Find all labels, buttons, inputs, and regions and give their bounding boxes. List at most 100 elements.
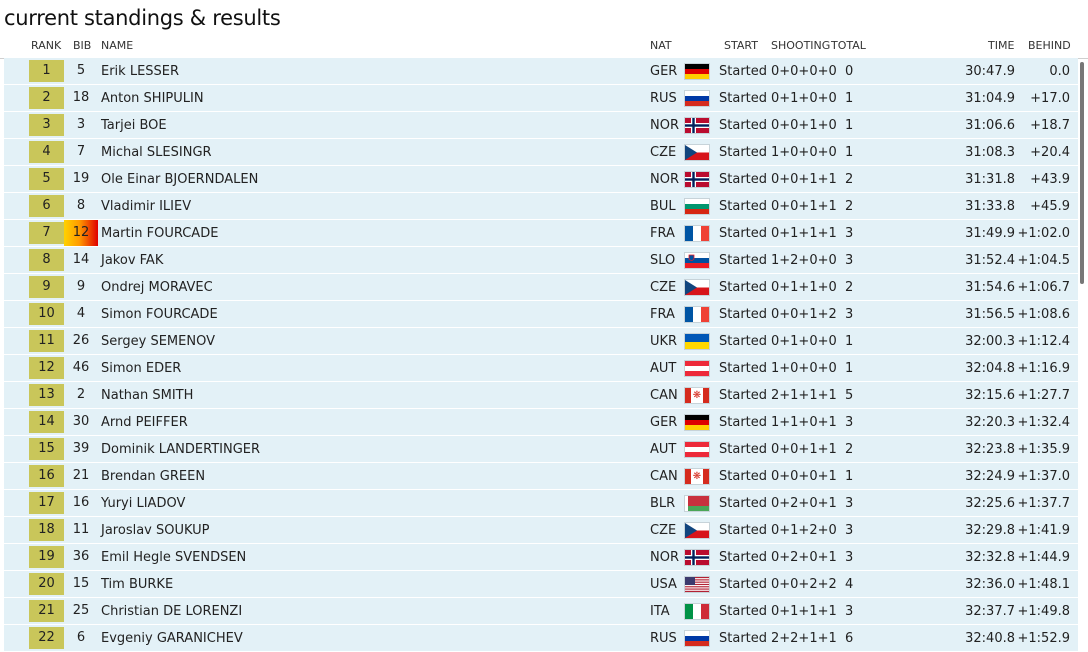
athlete-name[interactable]: Tarjei BOE — [101, 118, 167, 133]
behind-cell: +1:52.9 — [1017, 631, 1071, 646]
athlete-name[interactable]: Sergey SEMENOV — [101, 334, 215, 349]
canada-flag-icon: ❋ — [685, 469, 709, 484]
time-cell: 32:04.8 — [965, 361, 1015, 376]
table-row[interactable]: 10 4 Simon FOURCADE FRA Started 0+0+1+2 3 31:56… — [4, 301, 1078, 328]
col-time-header[interactable]: TIME — [988, 39, 1014, 52]
table-row[interactable]: 5 19 Ole Einar BJOERNDALEN NOR Started 0+0+1+… — [4, 166, 1078, 193]
table-row[interactable]: 14 30 Arnd PEIFFER GER Started 1+1+0+1 3 32:20.… — [4, 409, 1078, 436]
start-status: Started — [719, 280, 768, 295]
table-row[interactable]: 12 46 Simon EDER AUT Started 1+0+0+0 1 32:04.8 +… — [4, 355, 1078, 382]
time-cell: 32:40.8 — [965, 631, 1015, 646]
table-row[interactable]: 7 12 Martin FOURCADE FRA Started 0+1+1+1 3 31:4… — [4, 220, 1078, 247]
time-cell: 31:33.8 — [965, 199, 1015, 214]
behind-cell: +1:37.0 — [1017, 469, 1071, 484]
table-row[interactable]: 21 25 Christian DE LORENZI ITA Started 0+1+1+… — [4, 598, 1078, 625]
shooting-cell: 2+1+1+1 — [771, 388, 837, 403]
shooting-cell: 0+0+0+1 — [771, 469, 837, 484]
germany-flag-icon — [685, 415, 709, 430]
rank-cell: 22 — [29, 627, 64, 649]
athlete-name[interactable]: Jakov FAK — [101, 253, 163, 268]
athlete-name[interactable]: Emil Hegle SVENDSEN — [101, 550, 246, 565]
nation-code: USA — [650, 577, 677, 592]
athlete-name[interactable]: Christian DE LORENZI — [101, 604, 242, 619]
scrollbar[interactable] — [1080, 62, 1084, 284]
time-cell: 31:52.4 — [965, 253, 1015, 268]
table-row[interactable]: 6 8 Vladimir ILIEV BUL Started 0+0+1+1 2 31:33.… — [4, 193, 1078, 220]
bib-cell: 8 — [76, 198, 86, 213]
behind-cell: +1:12.4 — [1017, 334, 1071, 349]
table-row[interactable]: 20 15 Tim BURKE USA Started 0+0+2+2 4 32:36.0 +1… — [4, 571, 1078, 598]
rank-cell: 17 — [29, 492, 64, 514]
col-name-header[interactable]: NAME — [101, 39, 133, 52]
athlete-name[interactable]: Simon EDER — [101, 361, 181, 376]
bib-cell: 11 — [72, 522, 90, 537]
table-row[interactable]: 9 9 Ondrej MORAVEC CZE Started 0+1+1+0 2 31:54.… — [4, 274, 1078, 301]
athlete-name[interactable]: Jaroslav SOUKUP — [101, 523, 210, 538]
table-row[interactable]: 22 6 Evgeniy GARANICHEV RUS Started 2+2+1+1 6 3… — [4, 625, 1078, 652]
shooting-cell: 0+0+1+0 — [771, 118, 837, 133]
table-row[interactable]: 1 5 Erik LESSER GER Started 0+0+0+0 0 30:47.9 0.… — [4, 58, 1078, 85]
time-cell: 31:56.5 — [965, 307, 1015, 322]
time-cell: 32:32.8 — [965, 550, 1015, 565]
bib-cell: 39 — [72, 441, 90, 456]
start-status: Started — [719, 415, 768, 430]
behind-cell: +17.0 — [1030, 91, 1070, 106]
col-behind-header[interactable]: BEHIND — [1028, 39, 1071, 52]
total-cell: 1 — [845, 469, 854, 484]
bib-cell: 2 — [76, 387, 86, 402]
athlete-name[interactable]: Yuryi LIADOV — [101, 496, 185, 511]
shooting-cell: 1+1+0+1 — [771, 415, 837, 430]
time-cell: 31:31.8 — [965, 172, 1015, 187]
col-total-header[interactable]: TOTAL — [831, 39, 866, 52]
col-shooting-header[interactable]: SHOOTING — [771, 39, 830, 52]
table-row[interactable]: 19 36 Emil Hegle SVENDSEN NOR Started 0+2+0+1… — [4, 544, 1078, 571]
total-cell: 3 — [845, 604, 854, 619]
table-row[interactable]: 2 18 Anton SHIPULIN RUS Started 0+1+0+0 1 31:04… — [4, 85, 1078, 112]
athlete-name[interactable]: Brendan GREEN — [101, 469, 205, 484]
start-status: Started — [719, 226, 768, 241]
table-row[interactable]: 17 16 Yuryi LIADOV BLR Started 0+2+0+1 3 32:25.… — [4, 490, 1078, 517]
athlete-name[interactable]: Tim BURKE — [101, 577, 173, 592]
athlete-name[interactable]: Nathan SMITH — [101, 388, 193, 403]
table-row[interactable]: 11 26 Sergey SEMENOV UKR Started 0+1+0+0 1 32:0… — [4, 328, 1078, 355]
total-cell: 1 — [845, 118, 854, 133]
athlete-name[interactable]: Ondrej MORAVEC — [101, 280, 213, 295]
athlete-name[interactable]: Vladimir ILIEV — [101, 199, 191, 214]
start-status: Started — [719, 118, 768, 133]
nation-code: NOR — [650, 118, 679, 133]
table-row[interactable]: 8 14 Jakov FAK SLO Started 1+2+0+0 3 31:52.4 +1:… — [4, 247, 1078, 274]
start-status: Started — [719, 496, 768, 511]
table-row[interactable]: 13 2 Nathan SMITH CAN ❋ Started 2+1+1+1 5 32:15.… — [4, 382, 1078, 409]
col-nat-header[interactable]: NAT — [650, 39, 672, 52]
athlete-name[interactable]: Evgeniy GARANICHEV — [101, 631, 243, 646]
athlete-name[interactable]: Martin FOURCADE — [101, 226, 218, 241]
total-cell: 2 — [845, 442, 854, 457]
shooting-cell: 2+2+1+1 — [771, 631, 837, 646]
norway-flag-icon — [685, 172, 709, 187]
behind-cell: +1:49.8 — [1017, 604, 1071, 619]
athlete-name[interactable]: Arnd PEIFFER — [101, 415, 188, 430]
athlete-name[interactable]: Simon FOURCADE — [101, 307, 218, 322]
table-row[interactable]: 4 7 Michal SLESINGR CZE Started 1+0+0+0 1 31:08… — [4, 139, 1078, 166]
start-status: Started — [719, 91, 768, 106]
behind-cell: +1:16.9 — [1017, 361, 1071, 376]
rank-cell: 14 — [29, 411, 64, 433]
athlete-name[interactable]: Ole Einar BJOERNDALEN — [101, 172, 258, 187]
table-row[interactable]: 3 3 Tarjei BOE NOR Started 0+0+1+0 1 31:06.6 +18… — [4, 112, 1078, 139]
rank-cell: 12 — [29, 357, 64, 379]
col-rank-header[interactable]: RANK — [31, 39, 61, 52]
athlete-name[interactable]: Erik LESSER — [101, 64, 179, 79]
col-start-header[interactable]: START — [724, 39, 758, 52]
rank-cell: 21 — [29, 600, 64, 622]
rank-cell: 2 — [29, 87, 64, 109]
col-bib-header[interactable]: BIB — [73, 39, 91, 52]
table-row[interactable]: 18 11 Jaroslav SOUKUP CZE Started 0+1+2+0 3 32:… — [4, 517, 1078, 544]
athlete-name[interactable]: Dominik LANDERTINGER — [101, 442, 260, 457]
table-row[interactable]: 16 21 Brendan GREEN CAN ❋ Started 0+0+0+1 1 32:2… — [4, 463, 1078, 490]
rank-cell: 10 — [29, 303, 64, 325]
shooting-cell: 0+1+1+0 — [771, 280, 837, 295]
athlete-name[interactable]: Michal SLESINGR — [101, 145, 212, 160]
athlete-name[interactable]: Anton SHIPULIN — [101, 91, 204, 106]
bib-cell: 9 — [76, 279, 86, 294]
table-row[interactable]: 15 39 Dominik LANDERTINGER AUT Started 0+0+1+… — [4, 436, 1078, 463]
